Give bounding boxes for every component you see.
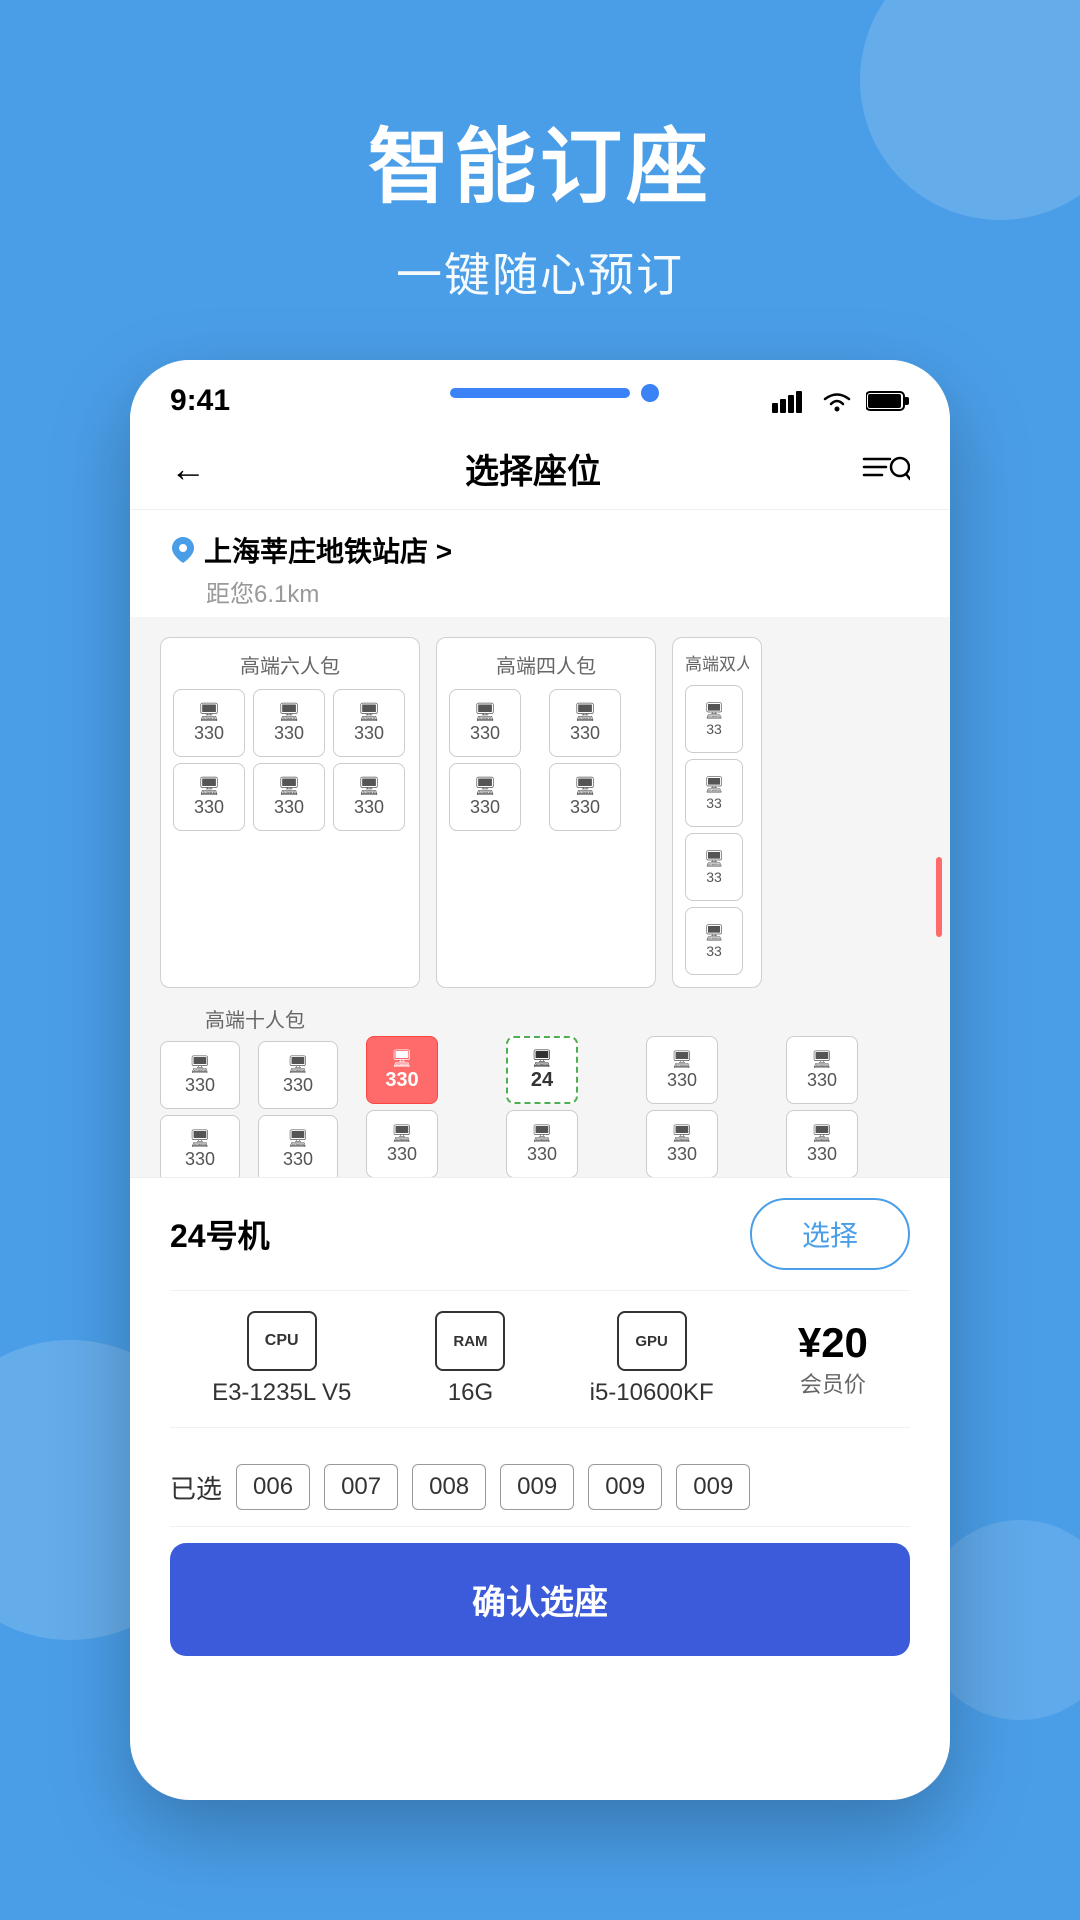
battery-icon xyxy=(866,390,910,412)
price-item: ¥20 会员价 xyxy=(798,1319,868,1399)
seat-item[interactable]: 🖥33 xyxy=(685,833,743,901)
seat-item[interactable]: 🖥330 xyxy=(173,763,245,831)
seat-item[interactable]: 🖥330 xyxy=(786,1036,858,1104)
seat-item[interactable]: 🖥330 xyxy=(253,689,325,757)
location-icon xyxy=(170,535,196,565)
seat-item[interactable]: 🖥330 xyxy=(449,689,521,757)
seat-item[interactable]: 🖥330 xyxy=(173,689,245,757)
section-10-label: 高端十人包 xyxy=(160,1004,350,1033)
location-name[interactable]: 上海莘庄地铁站店 > xyxy=(170,530,910,570)
section-6person: 高端六人包 🖥330 🖥330 🖥330 🖥330 🖥330 🖥330 xyxy=(160,637,420,988)
section-4person: 高端四人包 🖥330 🖥330 🖥330 🖥330 xyxy=(436,637,656,988)
price-label: 会员价 xyxy=(800,1367,866,1399)
ram-icon-box: RAM xyxy=(435,1311,505,1371)
seat-selected[interactable]: 🖥24 xyxy=(506,1036,578,1104)
machine-name: 24号机 xyxy=(170,1211,270,1257)
filter-search-icon xyxy=(860,451,910,487)
nav-bar: ← 选择座位 xyxy=(130,428,950,510)
seat-tag-009b[interactable]: 009 xyxy=(588,1464,662,1510)
ram-spec: RAM 16G xyxy=(435,1311,505,1407)
seat-item[interactable]: 🖥330 xyxy=(333,763,405,831)
location-distance: 距您6.1km xyxy=(170,574,910,609)
price-value: ¥20 xyxy=(798,1319,868,1367)
seat-item[interactable]: 🖥330 xyxy=(646,1036,718,1104)
seat-tag-008[interactable]: 008 xyxy=(412,1464,486,1510)
top-sections: 高端六人包 🖥330 🖥330 🖥330 🖥330 🖥330 🖥330 高端四人… xyxy=(160,637,920,988)
seat-item[interactable]: 🖥330 xyxy=(366,1110,438,1177)
seat-occupied: 🖥330 xyxy=(366,1036,438,1104)
status-dot xyxy=(641,384,659,402)
seat-item[interactable]: 🖥330 xyxy=(549,689,621,757)
phone-mockup: 9:41 xyxy=(130,360,950,1800)
seat-item[interactable]: 🖥33 xyxy=(685,907,743,975)
seat-item[interactable]: 🖥330 xyxy=(253,763,325,831)
page-title: 选择座位 xyxy=(465,444,601,493)
cpu-spec: CPU E3-1235L V5 xyxy=(212,1311,351,1407)
seat-item[interactable]: 🖥330 xyxy=(449,763,521,831)
status-bar: 9:41 xyxy=(130,360,950,428)
seat-tag-009c[interactable]: 009 xyxy=(676,1464,750,1510)
ram-label: 16G xyxy=(448,1379,493,1407)
seat-item[interactable]: 🖥330 xyxy=(258,1041,338,1109)
hero-subtitle: 一键随心预订 xyxy=(0,239,1080,305)
section-4-label: 高端四人包 xyxy=(449,650,643,679)
seat-item[interactable]: 🖥330 xyxy=(549,763,621,831)
section-10-right: 🖥330 🖥24 🖥330 🖥330 🖥330 🖥330 🖥330 🖥330 xyxy=(366,1036,920,1177)
specs-row: CPU E3-1235L V5 RAM 16G GPU i5-10600KF xyxy=(170,1290,910,1428)
cpu-icon-box: CPU xyxy=(247,1311,317,1371)
seat-item[interactable]: 🖥330 xyxy=(786,1110,858,1177)
seat-item[interactable]: 🖥33 xyxy=(685,685,743,753)
select-seat-button[interactable]: 选择 xyxy=(750,1198,910,1270)
hero-title: 智能订座 xyxy=(0,100,1080,219)
bottom-sections: 高端十人包 🖥330 🖥330 🖥330 🖥330 🖥330 🖥330 🖥330… xyxy=(160,1004,920,1177)
seat-item[interactable]: 🖥330 xyxy=(506,1110,578,1177)
back-button[interactable]: ← xyxy=(170,448,206,490)
status-pill xyxy=(450,388,630,398)
machine-row: 24号机 选择 xyxy=(170,1198,910,1270)
status-time: 9:41 xyxy=(170,384,230,418)
selected-label: 已选 xyxy=(170,1469,222,1506)
gpu-icon-box: GPU xyxy=(617,1311,687,1371)
bottom-panel: 24号机 选择 CPU E3-1235L V5 RAM 16G xyxy=(130,1177,950,1676)
gpu-spec: GPU i5-10600KF xyxy=(590,1311,714,1407)
search-filter-button[interactable] xyxy=(860,451,910,487)
section-2person: 高端双人 🖥33 🖥33 🖥33 🖥33 xyxy=(672,637,762,988)
hero-section: 智能订座 一键随心预订 xyxy=(0,100,1080,305)
gpu-label: i5-10600KF xyxy=(590,1379,714,1407)
seat-tag-009a[interactable]: 009 xyxy=(500,1464,574,1510)
seat-tag-007[interactable]: 007 xyxy=(324,1464,398,1510)
signal-icon xyxy=(772,389,808,413)
wifi-icon xyxy=(820,389,854,413)
seat-tag-006[interactable]: 006 xyxy=(236,1464,310,1510)
cpu-label: E3-1235L V5 xyxy=(212,1379,351,1407)
seat-item[interactable]: 🖥330 xyxy=(258,1115,338,1177)
seat-item[interactable]: 🖥330 xyxy=(333,689,405,757)
status-icons xyxy=(772,389,910,413)
selected-seats-row: 已选 006 007 008 009 009 009 xyxy=(170,1448,910,1527)
section-2-label: 高端双人 xyxy=(685,650,749,675)
seat-item[interactable]: 🖥330 xyxy=(160,1115,240,1177)
section-6-label: 高端六人包 xyxy=(173,650,407,679)
scroll-indicator xyxy=(936,857,942,937)
section-10-left: 高端十人包 🖥330 🖥330 🖥330 🖥330 🖥330 🖥330 🖥330… xyxy=(160,1004,350,1177)
seat-item[interactable]: 🖥330 xyxy=(160,1041,240,1109)
seat-item[interactable]: 🖥330 xyxy=(646,1110,718,1177)
seat-map[interactable]: 高端六人包 🖥330 🖥330 🖥330 🖥330 🖥330 🖥330 高端四人… xyxy=(130,617,950,1177)
seat-item[interactable]: 🖥33 xyxy=(685,759,743,827)
confirm-button[interactable]: 确认选座 xyxy=(170,1543,910,1656)
location-bar: 上海莘庄地铁站店 > 距您6.1km xyxy=(130,510,950,617)
